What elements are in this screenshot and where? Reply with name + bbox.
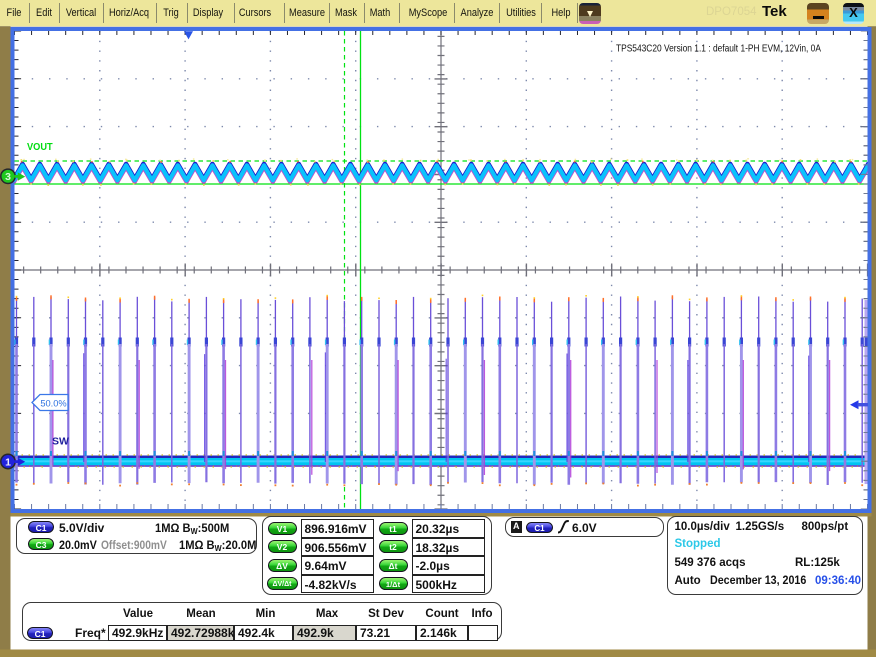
svg-text:1: 1	[5, 456, 11, 468]
svg-text:50.0%: 50.0%	[40, 398, 66, 408]
svg-text:3: 3	[5, 171, 11, 183]
svg-text:VOUT: VOUT	[27, 142, 53, 154]
svg-text:TPS543C20 Version 1.1 : defaul: TPS543C20 Version 1.1 : default 1-PH EVM…	[616, 43, 822, 54]
svg-text:SW: SW	[52, 436, 69, 448]
